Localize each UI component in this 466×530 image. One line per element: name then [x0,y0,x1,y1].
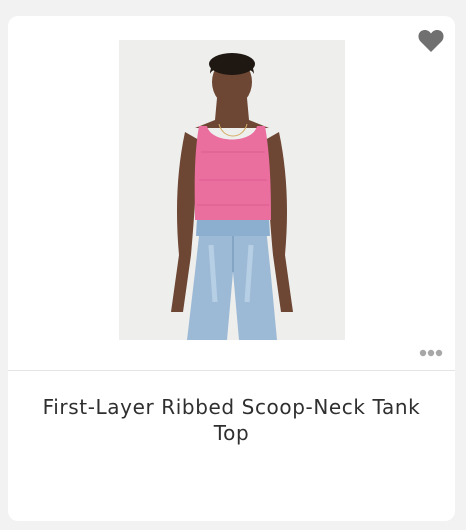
product-card[interactable]: First-Layer Ribbed Scoop-Neck Tank Top [8,16,455,521]
product-title[interactable]: First-Layer Ribbed Scoop-Neck Tank Top [28,394,435,446]
favorite-heart-icon[interactable] [418,29,444,53]
divider [8,370,455,371]
product-image[interactable] [119,40,345,340]
more-options-icon[interactable] [419,344,443,357]
model-photo [119,40,345,340]
